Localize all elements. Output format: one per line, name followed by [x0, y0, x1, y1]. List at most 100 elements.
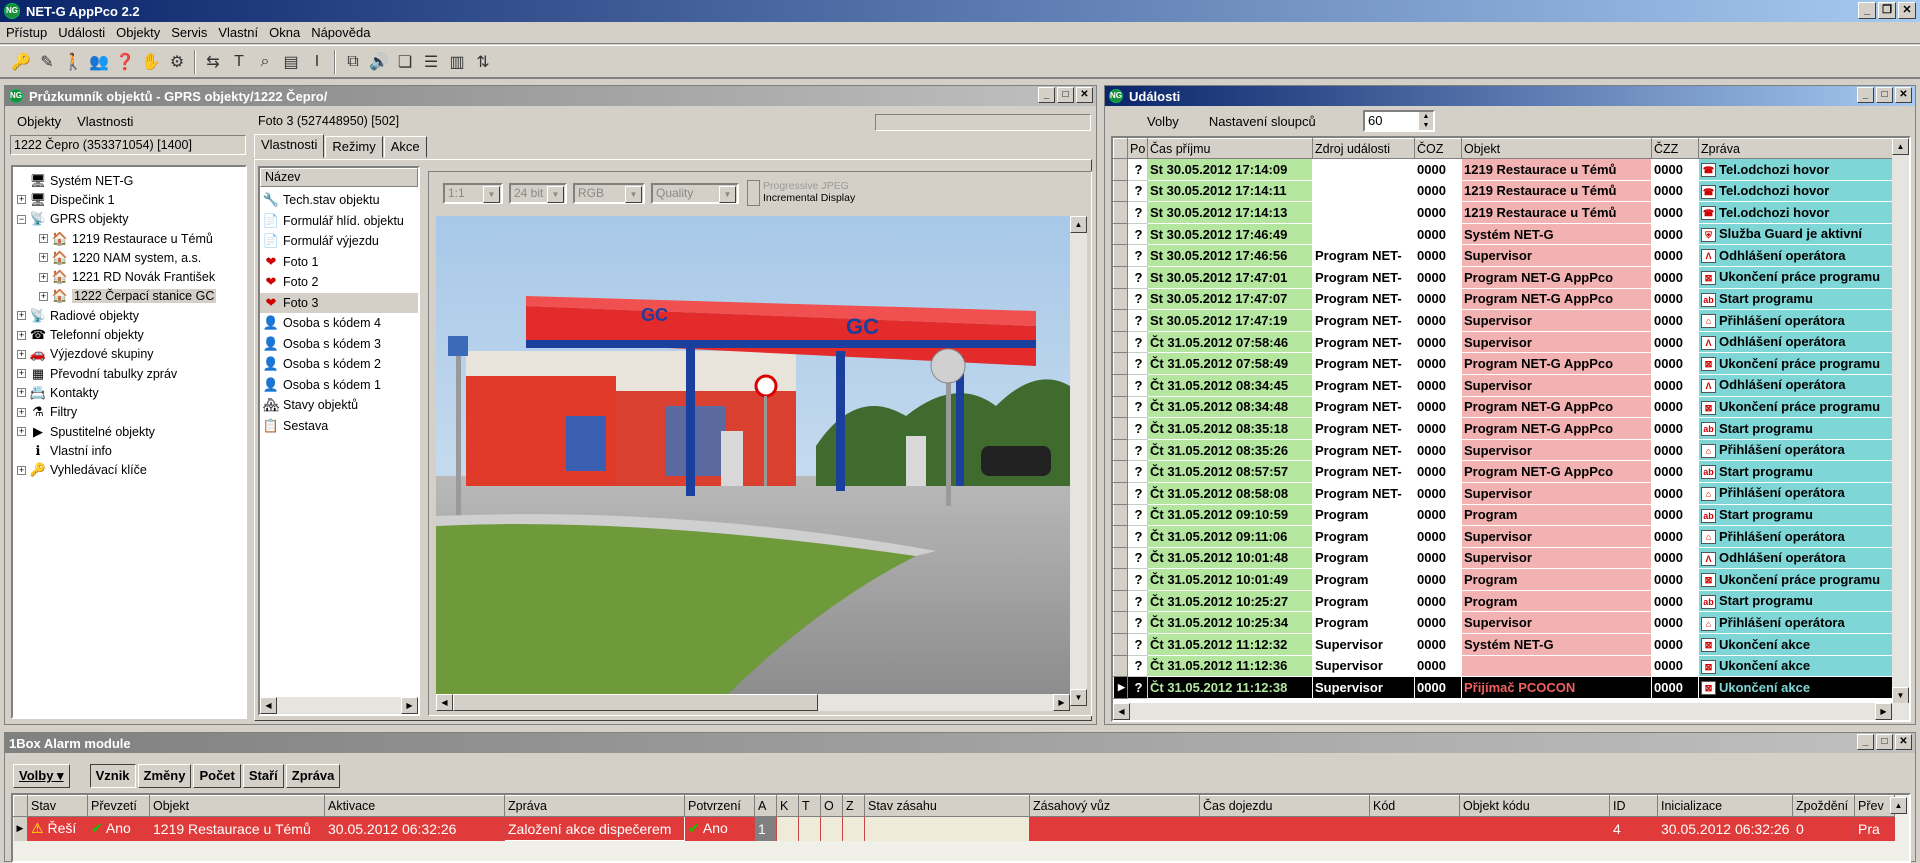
event-row[interactable]: ? Čt 31.05.2012 08:35:26 Program NET- 0000 S…	[1113, 438, 1896, 462]
events-close-button[interactable]: ✕	[1895, 87, 1912, 103]
help-person-icon[interactable]: ❓	[112, 49, 138, 75]
list-scroll-right[interactable]: ▶	[401, 697, 418, 714]
person-tool-icon[interactable]: 🚶	[60, 49, 86, 75]
col-zprava[interactable]: Zpráva	[1698, 138, 1896, 159]
tree-item[interactable]: + 📇 Kontakty	[17, 383, 245, 402]
alarm-col-0[interactable]: Stav	[27, 795, 88, 817]
minimize-button[interactable]: _	[1858, 2, 1876, 19]
event-row[interactable]: ? Čt 31.05.2012 10:25:34 Program 0000 Superv…	[1113, 611, 1896, 635]
event-row[interactable]: ? St 30.05.2012 17:14:11 0000 1219 Restaura…	[1113, 179, 1896, 203]
events-menu-columns[interactable]: Nastavení sloupců	[1209, 114, 1316, 129]
event-row[interactable]: ? Čt 31.05.2012 08:35:18 Program NET- 0000 P…	[1113, 417, 1896, 440]
alarm-stari-button[interactable]: Staří	[242, 764, 284, 788]
list-item[interactable]: 👤 Osoba s kódem 2	[260, 354, 418, 375]
expand-toggle-icon[interactable]: +	[17, 311, 26, 321]
event-row[interactable]: ▶? Čt 31.05.2012 11:12:38 Supervisor 0000 Př…	[1113, 676, 1896, 699]
col-objekt[interactable]: Objekt	[1461, 138, 1652, 159]
event-row[interactable]: ? Čt 31.05.2012 07:58:46 Program NET- 0000 S…	[1113, 330, 1896, 354]
event-row[interactable]: ? Čt 31.05.2012 08:34:48 Program NET- 0000 P…	[1113, 395, 1896, 419]
quality-select[interactable]: Quality	[651, 182, 739, 204]
alarm-col-12[interactable]: Zásahový vůz	[1029, 795, 1200, 817]
event-row[interactable]: ? St 30.05.2012 17:47:07 Program NET- 0000 P…	[1113, 287, 1896, 311]
tree-item[interactable]: ℹ Vlastní info	[17, 441, 245, 460]
event-row[interactable]: ? Čt 31.05.2012 11:12:36 Supervisor 0000 000…	[1113, 654, 1896, 678]
alarm-col-1[interactable]: Převzetí	[87, 795, 150, 817]
edit-tool-icon[interactable]: ✎	[34, 49, 60, 75]
cursor-tool-icon[interactable]: I	[304, 49, 330, 75]
tree-item[interactable]: 🖥 Systém NET-G	[17, 171, 245, 190]
alarm-col-5[interactable]: Potvrzení	[684, 795, 755, 817]
tab-akce[interactable]: Akce	[383, 136, 427, 158]
list-item[interactable]: ❤ Foto 1	[260, 252, 418, 273]
tree-item[interactable]: + 🚗 Výjezdové skupiny	[17, 345, 245, 364]
event-row[interactable]: ? Čt 31.05.2012 08:34:45 Program NET- 0000 S…	[1113, 373, 1896, 397]
alarm-close-button[interactable]: ✕	[1895, 734, 1912, 750]
cascade-icon[interactable]: ❏	[392, 49, 418, 75]
events-vscroll-thumb[interactable]	[1892, 155, 1909, 670]
event-row[interactable]: ? Čt 31.05.2012 09:10:59 Program 0000 Progra…	[1113, 503, 1896, 527]
col-cas-prijmu[interactable]: Čas příjmu	[1147, 138, 1313, 159]
tree-item[interactable]: + ▦ Převodní tabulky zpráv	[17, 364, 245, 383]
list-item[interactable]: 📋 Sestava	[260, 416, 418, 437]
explorer-menu-objekty[interactable]: Objekty	[17, 114, 61, 129]
expand-toggle-icon[interactable]: +	[39, 253, 48, 263]
expand-toggle-icon[interactable]: +	[39, 234, 48, 244]
document-tool-icon[interactable]: ▤	[278, 49, 304, 75]
expand-toggle-icon[interactable]: +	[17, 369, 26, 379]
expand-toggle-icon[interactable]: +	[17, 407, 26, 417]
explorer-maximize-button[interactable]: □	[1057, 87, 1074, 103]
events-count-spinner[interactable]: 60 ▲ ▼	[1363, 110, 1435, 132]
alarm-scroll-up[interactable]: ▲	[1890, 797, 1907, 814]
maximize-button[interactable]: ❐	[1878, 2, 1896, 19]
col-po[interactable]: Po	[1127, 138, 1148, 159]
tree-item[interactable]: + 📡 Radiové objekty	[17, 306, 245, 325]
expand-toggle-icon[interactable]: +	[17, 330, 26, 340]
image-scroll-right[interactable]: ▶	[1053, 694, 1070, 711]
events-scroll-up[interactable]: ▲	[1892, 138, 1909, 155]
close-button[interactable]: ✕	[1898, 2, 1916, 19]
alarm-col-13[interactable]: Čas dojezdu	[1199, 795, 1370, 817]
explorer-minimize-button[interactable]: _	[1038, 87, 1055, 103]
menu-objekty[interactable]: Objekty	[114, 25, 169, 40]
menu-vlastni[interactable]: Vlastní	[216, 25, 267, 40]
tree-item[interactable]: + 🖥 Dispečink 1	[17, 190, 245, 209]
event-row[interactable]: ? Čt 31.05.2012 10:25:27 Program 0000 Progra…	[1113, 589, 1896, 613]
event-row[interactable]: ? Čt 31.05.2012 10:01:49 Program 0000 Progra…	[1113, 568, 1896, 591]
objects-tool-icon[interactable]: ⧉	[340, 49, 366, 75]
col-czz[interactable]: ČZZ	[1651, 138, 1699, 159]
alarm-col-18[interactable]: Zpoždění	[1792, 795, 1855, 817]
alarm-col-14[interactable]: Kód	[1369, 795, 1460, 817]
list-item[interactable]: ❤ Foto 3	[260, 292, 418, 313]
alarm-zmeny-button[interactable]: Změny	[137, 764, 192, 788]
alarm-col-7[interactable]: K	[776, 795, 799, 817]
list-header-nazev[interactable]: Název	[260, 168, 418, 187]
alarm-col-19[interactable]: Přev	[1854, 795, 1895, 817]
image-scroll-up[interactable]: ▲	[1070, 216, 1087, 233]
events-scroll-down[interactable]: ▼	[1892, 687, 1909, 704]
connect-tool-icon[interactable]: ⇆	[200, 49, 226, 75]
menu-servis[interactable]: Servis	[169, 25, 216, 40]
events-scroll-right[interactable]: ▶	[1875, 703, 1892, 720]
event-row[interactable]: ? Čt 31.05.2012 07:58:49 Program NET- 0000 P…	[1113, 352, 1896, 375]
list-item[interactable]: 👤 Osoba s kódem 4	[260, 313, 418, 334]
alarm-col-6[interactable]: A	[754, 795, 777, 817]
expand-toggle-icon[interactable]: +	[39, 272, 48, 282]
explorer-menu-vlastnosti[interactable]: Vlastnosti	[77, 114, 133, 129]
alarm-minimize-button[interactable]: _	[1857, 734, 1874, 750]
alarm-col-3[interactable]: Aktivace	[324, 795, 505, 817]
image-hscroll-thumb[interactable]	[453, 694, 818, 711]
expand-toggle-icon[interactable]: +	[17, 195, 26, 205]
event-row[interactable]: ? Čt 31.05.2012 08:57:57 Program NET- 0000 P…	[1113, 460, 1896, 483]
tile-vertical-icon[interactable]: ▥	[444, 49, 470, 75]
col-zdroj[interactable]: Zdroj události	[1312, 138, 1415, 159]
expand-toggle-icon[interactable]: −	[17, 214, 26, 224]
tree-item[interactable]: + ⚗ Filtry	[17, 403, 245, 422]
expand-toggle-icon[interactable]: +	[17, 349, 26, 359]
menu-udalosti[interactable]: Události	[56, 25, 114, 40]
sort-tool-icon[interactable]: ⇅	[470, 49, 496, 75]
tile-horizontal-icon[interactable]: ☰	[418, 49, 444, 75]
tab-rezimy[interactable]: Režimy	[325, 136, 383, 158]
persons-tool-icon[interactable]: 👥	[86, 49, 112, 75]
alarm-col-17[interactable]: Inicializace	[1657, 795, 1793, 817]
color-model-select[interactable]: RGB	[573, 182, 645, 204]
